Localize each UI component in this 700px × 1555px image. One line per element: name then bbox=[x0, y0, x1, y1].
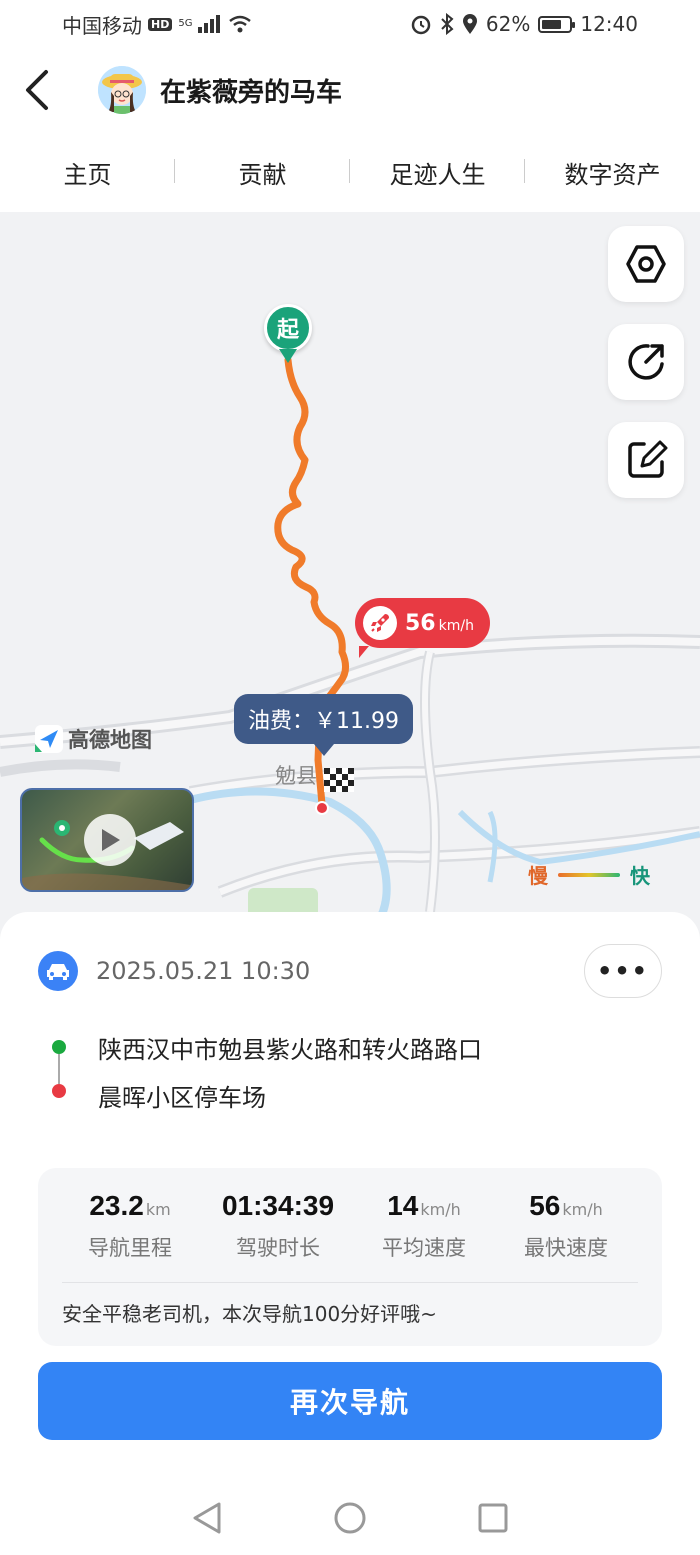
route-map[interactable]: 勉县 起 56 km/h 油费：￥11.99 高德地图 慢 快 bbox=[0, 212, 700, 942]
trip-comment: 安全平稳老司机，本次导航100分好评哦~ bbox=[62, 1302, 437, 1326]
clock: 12:40 bbox=[580, 12, 638, 36]
tab-bar: 主页 贡献 足迹人生 数字资产 bbox=[0, 132, 700, 212]
battery-percent: 62% bbox=[485, 12, 531, 36]
end-address: 晨晖小区停车场 bbox=[98, 1084, 266, 1112]
stat-distance-label: 导航里程 bbox=[88, 1236, 172, 1260]
tab-home[interactable]: 主页 bbox=[0, 155, 175, 190]
trip-detail-card: 2025.05.21 10:30 ••• 陕西汉中市勉县紫火路和转火路路口 晨晖… bbox=[0, 912, 700, 1555]
share-icon bbox=[628, 344, 664, 380]
share-button[interactable] bbox=[608, 324, 684, 400]
start-dot bbox=[52, 1040, 66, 1054]
stat-distance-value: 23.2 bbox=[89, 1190, 144, 1221]
navigate-again-button[interactable]: 再次导航 bbox=[38, 1362, 662, 1440]
stat-distance-unit: km bbox=[145, 1200, 171, 1219]
battery-icon bbox=[538, 15, 576, 33]
amap-logo-text: 高德地图 bbox=[68, 728, 152, 752]
stat-distance: 23.2 km 导航里程 bbox=[60, 1190, 200, 1262]
status-bar: 中国移动 HD 5G 62% 12:40 bbox=[0, 0, 700, 48]
start-address: 陕西汉中市勉县紫火路和转火路路口 bbox=[98, 1036, 482, 1064]
carrier-label: 中国移动 bbox=[62, 13, 142, 38]
tab-digital-assets[interactable]: 数字资产 bbox=[525, 155, 700, 190]
stat-duration-label: 驾驶时长 bbox=[236, 1236, 320, 1260]
stat-avg-speed: 14 km/h 平均速度 bbox=[354, 1190, 494, 1262]
rocket-icon bbox=[363, 606, 397, 640]
tab-contribution[interactable]: 贡献 bbox=[175, 155, 350, 190]
play-icon[interactable] bbox=[84, 814, 136, 866]
speed-legend: 慢 快 bbox=[528, 860, 650, 889]
legend-slow-label: 慢 bbox=[528, 864, 548, 888]
end-dot bbox=[52, 1084, 66, 1098]
nav-back-icon[interactable] bbox=[191, 1501, 223, 1535]
wifi-icon bbox=[229, 15, 252, 33]
alarm-icon bbox=[411, 15, 431, 35]
stat-max-speed-unit: km/h bbox=[562, 1200, 603, 1219]
stat-duration-value: 01:34:39 bbox=[221, 1190, 335, 1221]
trip-stats: 23.2 km 导航里程 01:34:39 驾驶时长 14 km/h 平均速度 56… bbox=[38, 1168, 662, 1346]
page-title: 在紫薇旁的马车 bbox=[160, 77, 343, 108]
stat-avg-speed-label: 平均速度 bbox=[382, 1236, 466, 1260]
fuel-cost-bubble: 油费：￥11.99 bbox=[234, 694, 413, 756]
header: 在紫薇旁的马车 bbox=[0, 48, 700, 132]
legend-fast-label: 快 bbox=[630, 864, 650, 888]
avatar[interactable] bbox=[98, 66, 146, 114]
stat-duration: 01:34:39 驾驶时长 bbox=[208, 1190, 348, 1262]
chevron-left-icon bbox=[26, 70, 48, 110]
max-speed-unit: km/h bbox=[438, 618, 474, 634]
signal-icon bbox=[198, 15, 221, 33]
more-button[interactable]: ••• bbox=[584, 944, 662, 998]
edit-button[interactable] bbox=[608, 422, 684, 498]
amap-logo: 高德地图 bbox=[34, 724, 152, 754]
stat-max-speed-label: 最快速度 bbox=[524, 1236, 608, 1260]
network-label: 5G bbox=[178, 18, 193, 29]
nav-recents-icon[interactable] bbox=[477, 1502, 509, 1534]
location-icon bbox=[462, 14, 477, 34]
start-marker: 起 bbox=[264, 304, 312, 366]
edit-icon bbox=[628, 440, 668, 478]
route-replay-video[interactable] bbox=[20, 788, 194, 892]
legend-gradient bbox=[558, 872, 620, 877]
car-icon bbox=[38, 951, 78, 991]
tab-footprint[interactable]: 足迹人生 bbox=[350, 155, 525, 190]
stat-avg-speed-value: 14 bbox=[387, 1190, 419, 1221]
stat-max-speed-value: 56 bbox=[529, 1190, 561, 1221]
hd-badge: HD bbox=[148, 17, 173, 31]
town-label: 勉县 bbox=[275, 764, 317, 788]
hexagon-settings-icon bbox=[626, 245, 666, 283]
route-connector bbox=[58, 1054, 60, 1084]
trip-header: 2025.05.21 10:30 ••• bbox=[38, 944, 662, 998]
finish-flag-icon bbox=[324, 768, 354, 792]
stat-avg-speed-unit: km/h bbox=[420, 1200, 461, 1219]
bluetooth-icon bbox=[441, 13, 454, 35]
nav-home-icon[interactable] bbox=[333, 1501, 367, 1535]
system-nav-bar bbox=[0, 1480, 700, 1555]
trip-datetime: 2025.05.21 10:30 bbox=[96, 957, 311, 985]
stat-max-speed: 56 km/h 最快速度 bbox=[496, 1190, 636, 1262]
start-marker-label: 起 bbox=[264, 304, 312, 352]
settings-button[interactable] bbox=[608, 226, 684, 302]
max-speed-value: 56 bbox=[405, 610, 436, 636]
stats-divider bbox=[62, 1282, 638, 1283]
max-speed-bubble: 56 km/h bbox=[355, 598, 490, 658]
back-button[interactable] bbox=[24, 48, 50, 132]
avatar-image bbox=[98, 66, 146, 114]
amap-logo-icon bbox=[35, 725, 63, 753]
